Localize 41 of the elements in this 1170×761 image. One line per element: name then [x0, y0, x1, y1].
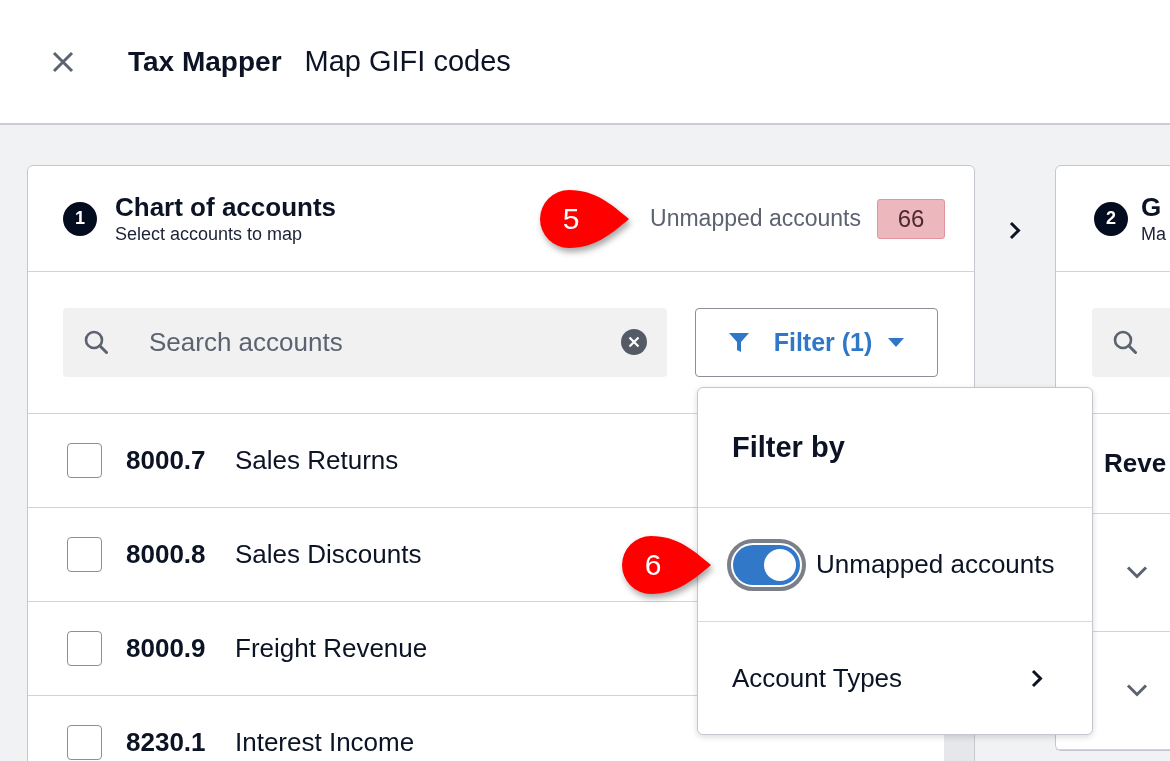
close-button[interactable] — [52, 50, 74, 73]
chevron-down-icon[interactable] — [1126, 566, 1148, 579]
search-icon — [84, 330, 108, 354]
step-number: 2 — [1094, 201, 1128, 236]
chevron-down-icon[interactable] — [1126, 684, 1148, 697]
row-checkbox[interactable] — [67, 725, 102, 760]
clear-search-button[interactable] — [621, 329, 647, 355]
filter-button[interactable]: Filter (1) — [695, 308, 938, 377]
account-name: Interest Income — [235, 727, 415, 758]
row-checkbox[interactable] — [67, 443, 102, 478]
account-name: Sales Returns — [235, 445, 399, 476]
account-name: Sales Discounts — [235, 539, 422, 570]
popup-title: Filter by — [732, 431, 845, 464]
search-field[interactable]: Search accounts — [63, 308, 667, 377]
counter-label: Unmapped accounts — [650, 205, 861, 232]
toggle-switch[interactable] — [727, 538, 806, 591]
chevron-right-icon — [1009, 220, 1021, 240]
account-code: 8000.9 — [126, 633, 207, 664]
row-checkbox[interactable] — [67, 537, 102, 572]
panel-title: Chart of accounts — [115, 191, 337, 222]
panel-subtitle: Select accounts to map — [115, 222, 303, 246]
account-code: 8230.1 — [126, 727, 207, 758]
panel-title: G — [1141, 191, 1162, 222]
app-title: Tax Mapper — [128, 45, 282, 78]
close-icon — [52, 50, 74, 73]
caret-down-icon — [888, 338, 905, 347]
step-number: 1 — [63, 201, 97, 236]
chevron-right-icon — [1031, 668, 1043, 688]
search-icon — [1113, 330, 1137, 354]
toggle-label: Unmapped accounts — [816, 549, 1055, 580]
count-badge: 66 — [877, 198, 945, 239]
clear-icon — [621, 329, 647, 355]
account-name: Freight Revenue — [235, 633, 428, 664]
group-header: Reve — [1104, 448, 1167, 479]
row-checkbox[interactable] — [67, 631, 102, 666]
funnel-icon — [728, 333, 749, 352]
account-code: 8000.7 — [126, 445, 207, 476]
page-title: Map GIFI codes — [304, 45, 511, 78]
panel-subtitle: Ma — [1141, 222, 1166, 246]
menu-item[interactable]: Account Types — [698, 622, 1092, 734]
account-code: 8000.8 — [126, 539, 207, 570]
